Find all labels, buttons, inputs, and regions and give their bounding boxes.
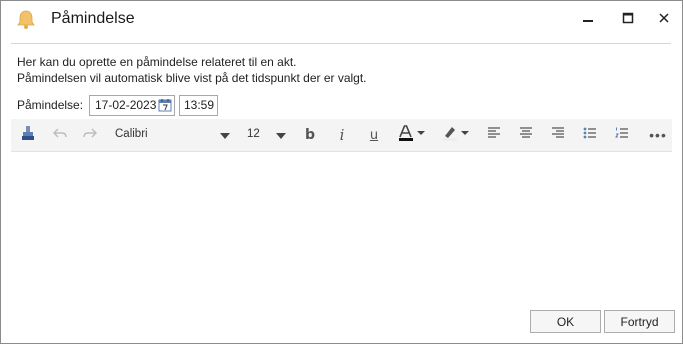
text-color-button[interactable] xyxy=(397,119,427,151)
highlight-button[interactable] xyxy=(441,119,471,151)
font-name-dropdown[interactable] xyxy=(217,119,233,151)
undo-icon xyxy=(52,126,67,144)
chevron-down-icon xyxy=(220,126,230,144)
calendar-icon[interactable] xyxy=(158,98,172,117)
bullet-list-button[interactable] xyxy=(579,119,601,151)
window-title: Påmindelse xyxy=(51,10,135,27)
reminder-label: Påmindelse: xyxy=(17,98,84,112)
align-center-button[interactable] xyxy=(515,119,537,151)
reminder-dialog: Påmindelse Her kan du oprette en påminde… xyxy=(0,0,683,344)
italic-button[interactable]: i xyxy=(331,119,353,151)
numbered-list-icon xyxy=(615,126,629,144)
cancel-button[interactable]: Fortryd xyxy=(604,310,675,333)
ok-button[interactable]: OK xyxy=(530,310,601,333)
time-field[interactable]: 13:59 xyxy=(179,95,218,116)
date-field[interactable]: 17-02-2023 xyxy=(89,95,175,116)
numbered-list-button[interactable] xyxy=(611,119,633,151)
font-size-value[interactable]: 12 xyxy=(247,128,260,140)
redo-button[interactable] xyxy=(79,119,101,151)
text-color-icon xyxy=(398,124,426,146)
minimize-button[interactable] xyxy=(571,1,605,39)
close-icon xyxy=(658,11,670,29)
align-left-button[interactable] xyxy=(483,119,505,151)
highlight-icon xyxy=(442,125,470,146)
font-size-dropdown[interactable] xyxy=(273,119,289,151)
close-button[interactable] xyxy=(647,1,681,39)
reminder-text-editor[interactable] xyxy=(11,152,672,292)
description-line-1: Her kan du oprette en påmindelse relater… xyxy=(17,55,297,69)
bell-icon xyxy=(15,9,37,31)
maximize-button[interactable] xyxy=(611,1,645,39)
undo-button[interactable] xyxy=(49,119,71,151)
minimize-icon xyxy=(582,11,594,29)
editor-toolbar: Calibri 12 b i u ••• xyxy=(11,119,672,152)
title-bar: Påmindelse xyxy=(1,1,682,39)
font-name-value[interactable]: Calibri xyxy=(115,128,148,140)
format-painter-icon xyxy=(21,125,35,146)
description-text: Her kan du oprette en påmindelse relater… xyxy=(17,54,367,86)
align-right-icon xyxy=(551,126,565,144)
maximize-icon xyxy=(622,11,634,29)
title-separator xyxy=(11,43,671,44)
time-value: 13:59 xyxy=(184,98,215,112)
underline-button[interactable]: u xyxy=(363,119,385,151)
format-painter-button[interactable] xyxy=(17,119,39,151)
align-center-icon xyxy=(519,126,533,144)
align-left-icon xyxy=(487,126,501,144)
chevron-down-icon xyxy=(276,126,286,144)
bullet-list-icon xyxy=(583,126,597,144)
redo-icon xyxy=(83,126,98,144)
bold-button[interactable]: b xyxy=(299,119,321,151)
date-value: 17-02-2023 xyxy=(95,98,157,112)
align-right-button[interactable] xyxy=(547,119,569,151)
more-options-button[interactable]: ••• xyxy=(647,119,669,151)
description-line-2: Påmindelsen vil automatisk blive vist på… xyxy=(17,71,367,85)
